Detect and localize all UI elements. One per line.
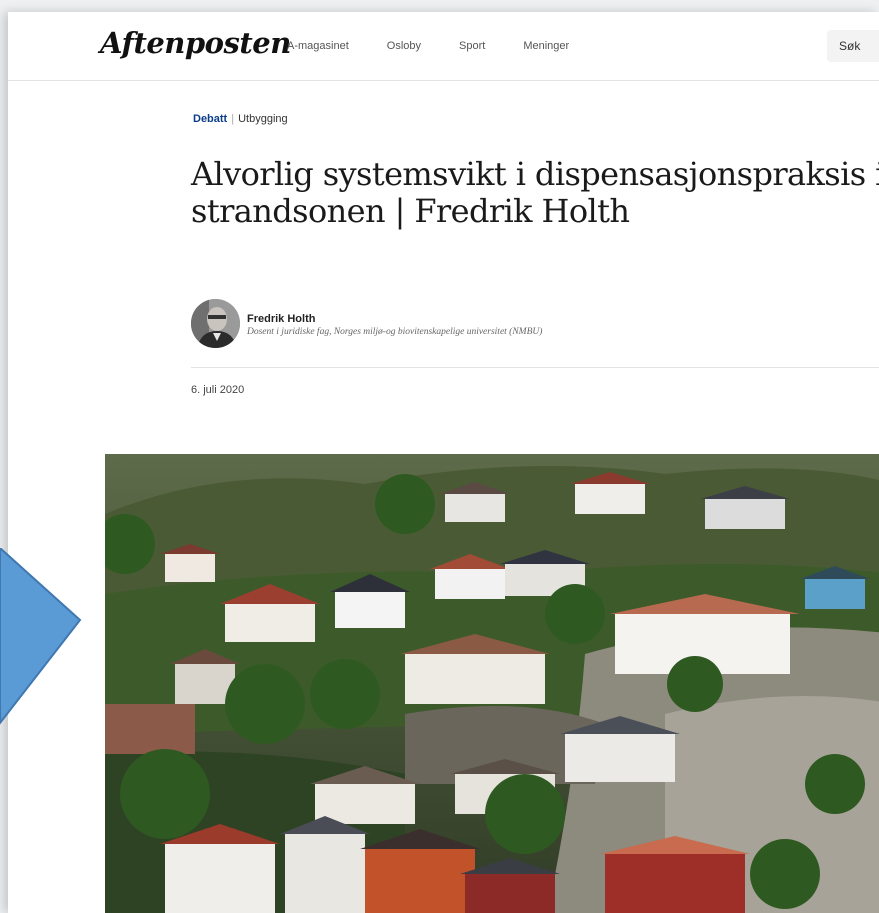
article-title: Alvorlig systemsvikt i dispensasjonsprak…: [191, 155, 879, 230]
search-button[interactable]: Søk: [827, 30, 879, 62]
nav-item-a-magasinet[interactable]: A-magasinet: [287, 40, 349, 52]
author-role: Dosent i juridiske fag, Norges miljø-og …: [247, 327, 543, 337]
article-page: Aftenposten A-magasinet Osloby Sport Men…: [8, 12, 879, 913]
nav-item-meninger[interactable]: Meninger: [523, 40, 569, 52]
author-avatar[interactable]: [191, 299, 240, 348]
hero-image[interactable]: [105, 454, 879, 913]
blue-arrow-annotation: [0, 548, 82, 725]
author-name[interactable]: Fredrik Holth: [247, 313, 315, 325]
main-nav: A-magasinet Osloby Sport Meninger: [287, 40, 607, 52]
section-link[interactable]: Debatt: [193, 113, 227, 125]
nav-item-sport[interactable]: Sport: [459, 40, 485, 52]
nav-item-osloby[interactable]: Osloby: [387, 40, 421, 52]
search-label: Søk: [839, 39, 861, 53]
avatar-photo: [191, 299, 240, 348]
site-logo[interactable]: Aftenposten: [100, 26, 291, 60]
article-kicker: Debatt | Utbygging: [193, 113, 288, 125]
byline-divider: [191, 367, 879, 368]
hillside-houses-photo: [105, 454, 879, 913]
topic-label: Utbygging: [238, 113, 288, 125]
publish-date: 6. juli 2020: [191, 384, 245, 396]
site-header: Aftenposten A-magasinet Osloby Sport Men…: [8, 12, 879, 81]
kicker-separator: |: [231, 113, 235, 125]
